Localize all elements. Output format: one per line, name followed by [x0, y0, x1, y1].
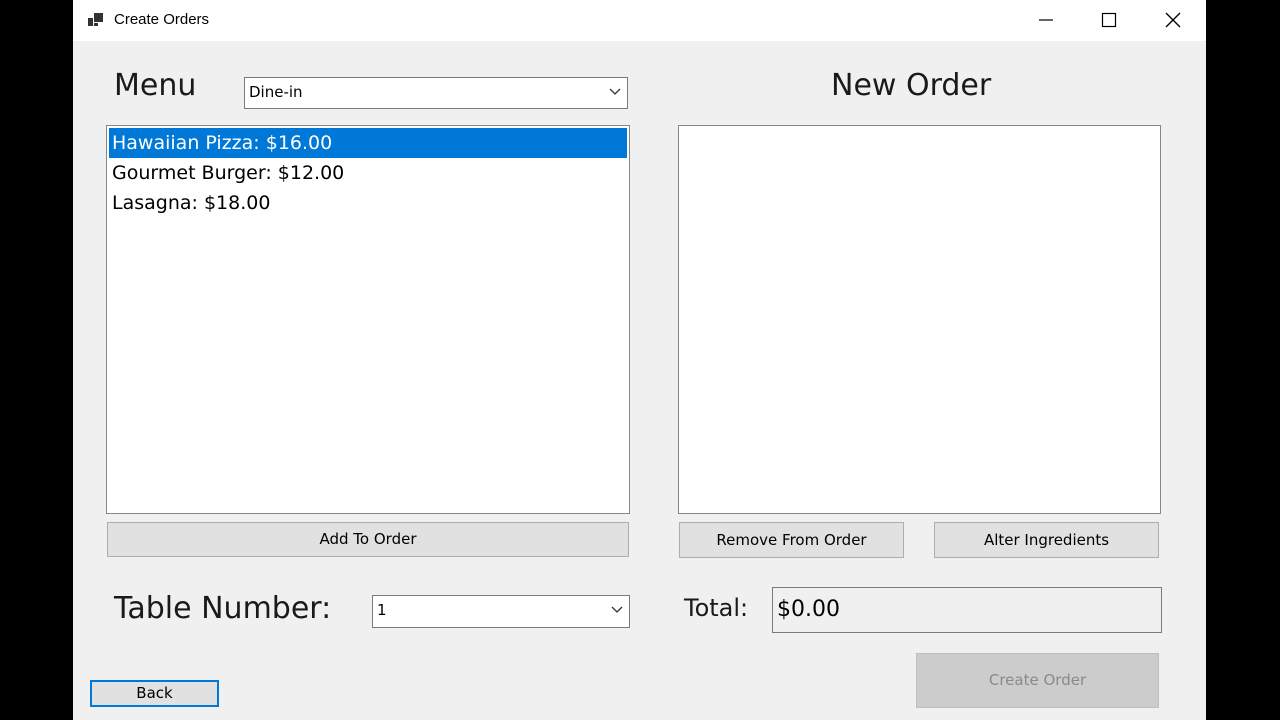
chevron-down-icon	[611, 606, 623, 613]
back-button[interactable]: Back	[90, 680, 219, 707]
app-window-icon	[88, 13, 103, 26]
menu-list-item[interactable]: Hawaiian Pizza: $16.00	[109, 128, 627, 158]
create-orders-window: Create Orders Menu Dine-in Hawaiian Pizz…	[73, 0, 1206, 720]
close-button[interactable]	[1141, 0, 1205, 41]
order-type-value: Dine-in	[249, 83, 303, 101]
menu-list-item[interactable]: Lasagna: $18.00	[109, 188, 627, 218]
create-order-button[interactable]: Create Order	[916, 653, 1159, 708]
close-icon	[1165, 12, 1181, 28]
maximize-button[interactable]	[1077, 0, 1141, 41]
total-label: Total:	[684, 594, 749, 622]
order-type-select[interactable]: Dine-in	[244, 77, 628, 109]
window-title: Create Orders	[114, 11, 210, 28]
menu-listbox[interactable]: Hawaiian Pizza: $16.00 Gourmet Burger: $…	[106, 125, 630, 514]
menu-list-item[interactable]: Gourmet Burger: $12.00	[109, 158, 627, 188]
chevron-down-icon	[609, 88, 621, 95]
alter-ingredients-button[interactable]: Alter Ingredients	[934, 522, 1159, 558]
minimize-button[interactable]	[1014, 0, 1078, 41]
title-bar[interactable]: Create Orders	[73, 0, 1206, 41]
total-value: $0.00	[777, 597, 840, 622]
minimize-icon	[1039, 19, 1053, 21]
table-number-label: Table Number:	[114, 591, 332, 626]
new-order-heading: New Order	[831, 68, 992, 103]
remove-from-order-button[interactable]: Remove From Order	[679, 522, 904, 558]
menu-heading: Menu	[114, 68, 197, 103]
table-number-select[interactable]: 1	[372, 595, 630, 628]
order-listbox[interactable]	[678, 125, 1161, 514]
total-field: $0.00	[772, 587, 1162, 633]
maximize-icon	[1101, 12, 1117, 28]
add-to-order-button[interactable]: Add To Order	[107, 522, 629, 557]
table-number-value: 1	[377, 601, 387, 619]
